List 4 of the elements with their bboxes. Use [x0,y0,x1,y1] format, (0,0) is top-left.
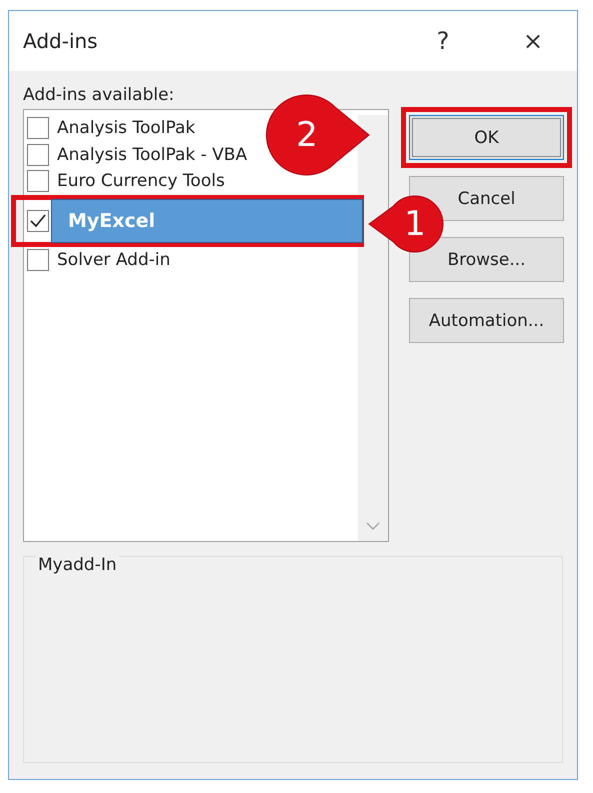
window-title: Add-ins [23,29,99,53]
list-label: Add-ins available: [23,85,176,107]
group-title: Myadd-In [36,555,119,575]
step-number: 2 [295,115,319,155]
